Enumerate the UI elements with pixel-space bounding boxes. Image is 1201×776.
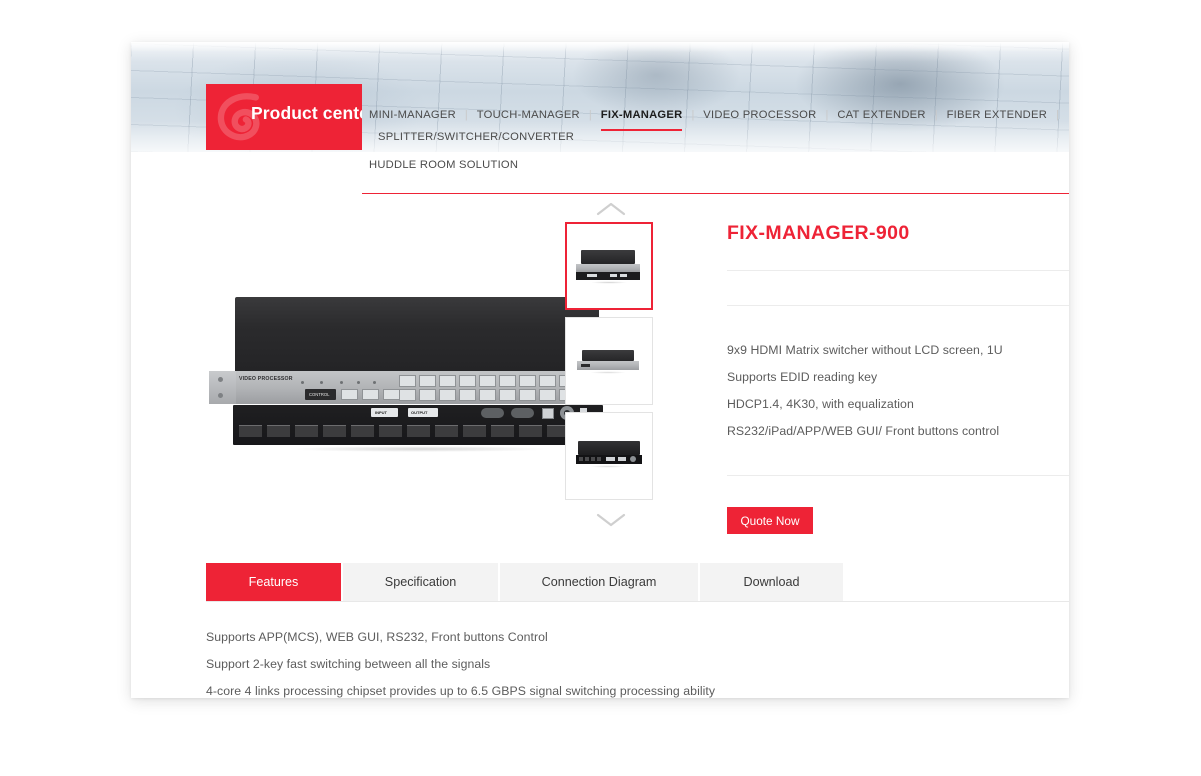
banner-top-fade: [131, 42, 1069, 52]
product-center-block: Product center: [206, 84, 362, 150]
nav-separator: |: [1056, 109, 1059, 121]
device-panel-title: VIDEO PROCESSOR: [239, 376, 293, 382]
nav-item-video-processor[interactable]: VIDEO PROCESSOR: [694, 104, 825, 126]
nav-item-cat-extender[interactable]: CAT EXTENDER: [828, 104, 934, 126]
nav-item-touch-manager[interactable]: TOUCH-MANAGER: [468, 104, 589, 126]
tab-features[interactable]: Features: [206, 563, 343, 601]
device-control-label: CONTROL: [309, 392, 330, 397]
gallery-prev-button[interactable]: [565, 196, 657, 222]
tab-connection-diagram[interactable]: Connection Diagram: [500, 563, 700, 601]
nav-item-mini-manager[interactable]: MINI-MANAGER: [369, 104, 465, 126]
chevron-down-icon: [596, 513, 626, 527]
features-content: Supports APP(MCS), WEB GUI, RS232, Front…: [206, 624, 1046, 705]
gallery-next-button[interactable]: [565, 507, 657, 533]
tab-bar-filler: [845, 563, 1069, 601]
nav-row-primary: MINI-MANAGER | TOUCH-MANAGER | FIX-MANAG…: [362, 104, 1069, 148]
product-info-panel: FIX-MANAGER-900 9x9 HDMI Matrix switcher…: [727, 222, 1069, 534]
product-category-nav: MINI-MANAGER | TOUCH-MANAGER | FIX-MANAG…: [362, 104, 1069, 176]
product-spec-list: 9x9 HDMI Matrix switcher without LCD scr…: [727, 337, 1069, 445]
thumbnail-gallery: [565, 196, 657, 533]
nav-row-secondary: HUDDLE ROOM SOLUTION: [362, 154, 1069, 176]
thumbnail-1[interactable]: [565, 222, 653, 310]
info-divider-bottom: [727, 305, 1069, 306]
thumbnail-2[interactable]: [565, 317, 653, 405]
product-spec-line: 9x9 HDMI Matrix switcher without LCD scr…: [727, 343, 1003, 357]
tab-specification[interactable]: Specification: [343, 563, 500, 601]
chevron-up-icon: [596, 202, 626, 216]
product-page-card: Product center MINI-MANAGER | TOUCH-MANA…: [131, 42, 1069, 698]
thumbnail-3[interactable]: [565, 412, 653, 500]
product-spec-line: Supports EDID reading key: [727, 370, 878, 384]
device-input-label: INPUT: [375, 410, 387, 415]
feature-line: Support 2-key fast switching between all…: [206, 657, 491, 671]
product-spec-line: HDCP1.4, 4K30, with equalization: [727, 397, 914, 411]
nav-item-fiber-extender[interactable]: FIBER EXTENDER: [938, 104, 1056, 126]
product-title: FIX-MANAGER-900: [727, 222, 910, 244]
feature-line: 4-core 4 links processing chipset provid…: [206, 684, 716, 698]
feature-line: Supports APP(MCS), WEB GUI, RS232, Front…: [206, 630, 548, 644]
product-detail-tabs: Features Specification Connection Diagra…: [206, 563, 1069, 602]
tab-download[interactable]: Download: [700, 563, 845, 601]
product-center-title: Product center: [251, 103, 362, 123]
nav-item-huddle-room-solution[interactable]: HUDDLE ROOM SOLUTION: [369, 154, 527, 176]
device-output-label: OUTPUT: [411, 410, 428, 415]
nav-item-splitter-switcher-converter[interactable]: SPLITTER/SWITCHER/CONVERTER: [369, 126, 583, 148]
product-spec-line: RS232/iPad/APP/WEB GUI/ Front buttons co…: [727, 424, 1000, 438]
info-divider-gap: [727, 271, 1069, 305]
quote-divider: [727, 475, 1069, 476]
nav-item-fix-manager[interactable]: FIX-MANAGER: [592, 104, 692, 131]
quote-now-button[interactable]: Quote Now: [727, 507, 813, 534]
nav-bottom-rule: [362, 193, 1069, 195]
